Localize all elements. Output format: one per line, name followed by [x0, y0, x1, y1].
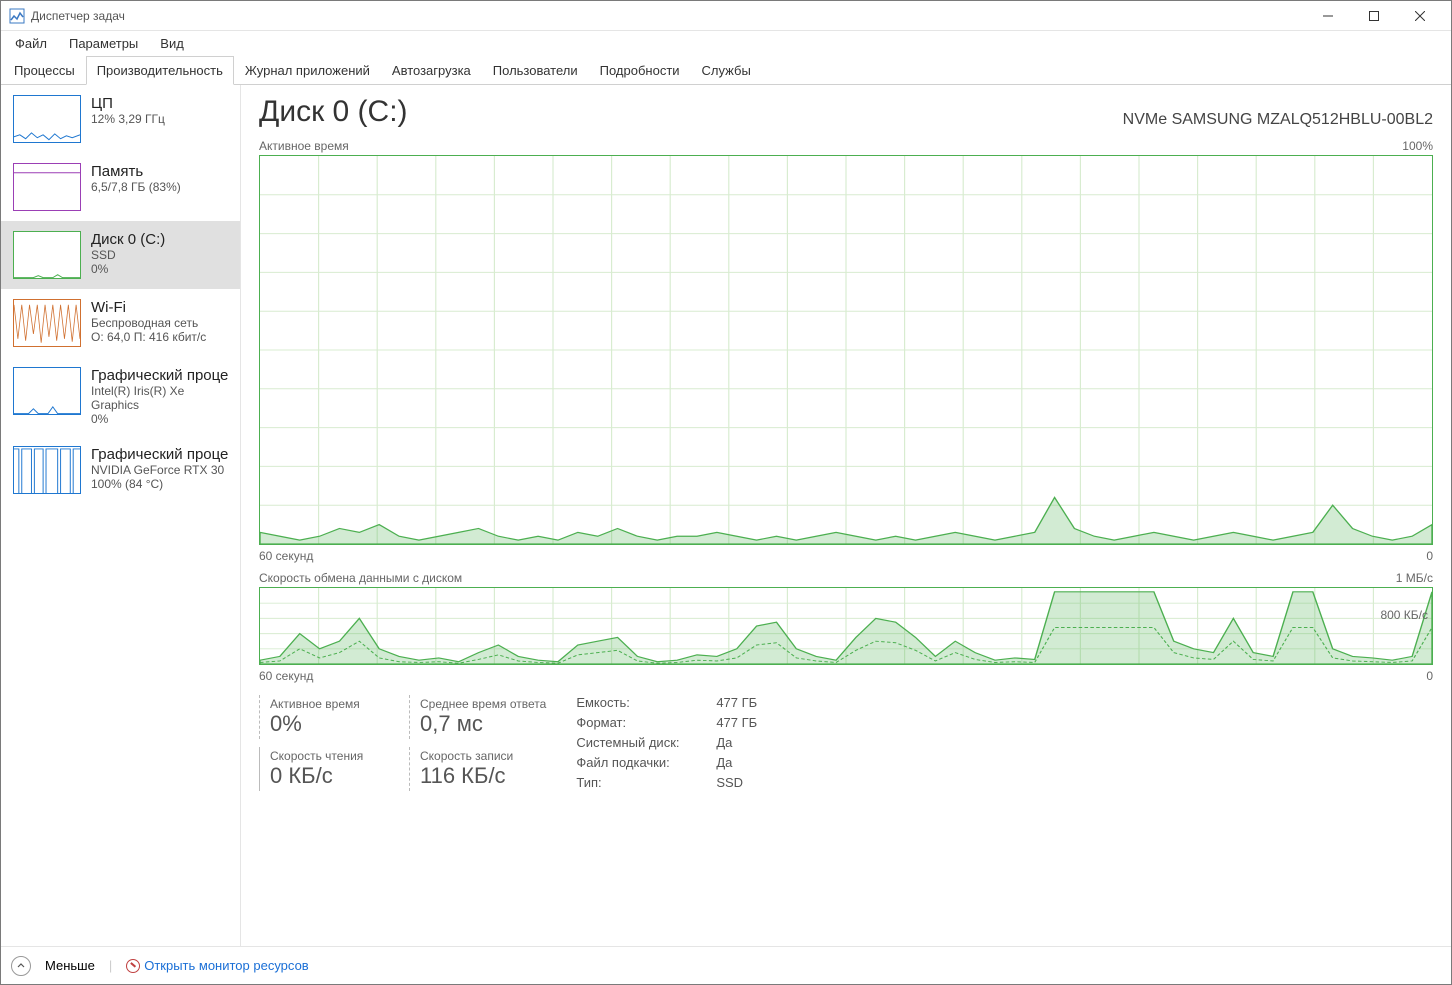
tab-bar: Процессы Производительность Журнал прило…: [1, 55, 1451, 85]
fewer-details-button[interactable]: Меньше: [45, 958, 95, 973]
memory-mini-chart: [13, 163, 81, 211]
page-title: Диск 0 (C:): [259, 95, 408, 129]
close-button[interactable]: [1397, 1, 1443, 31]
sidebar-disk-title: Диск 0 (C:): [91, 231, 165, 248]
sidebar-disk-sub: SSD: [91, 248, 165, 262]
chart1-label: Активное время: [259, 139, 349, 153]
disk-mini-chart: [13, 231, 81, 279]
chart2-xright: 0: [1426, 669, 1433, 683]
sidebar-gpu1-sub2: 100% (84 °C): [91, 477, 228, 491]
sidebar-memory-sub: 6,5/7,8 ГБ (83%): [91, 180, 181, 194]
resource-monitor-icon: [126, 959, 140, 973]
transfer-rate-chart[interactable]: 800 КБ/с: [259, 587, 1433, 665]
device-model: NVMe SAMSUNG MZALQ512HBLU-00BL2: [1123, 111, 1433, 129]
chart2-xleft: 60 секунд: [259, 669, 313, 683]
cpu-mini-chart: [13, 95, 81, 143]
sidebar: ЦП 12% 3,29 ГГц Память 6,5/7,8 ГБ (83%) …: [1, 85, 241, 946]
tab-startup[interactable]: Автозагрузка: [381, 56, 482, 84]
maximize-button[interactable]: [1351, 1, 1397, 31]
sidebar-wifi-title: Wi-Fi: [91, 299, 206, 316]
gpu1-mini-chart: [13, 446, 81, 494]
sidebar-wifi-sub: Беспроводная сеть: [91, 316, 206, 330]
stat-response-time: Среднее время ответа 0,7 мс: [409, 695, 546, 739]
sidebar-item-memory[interactable]: Память 6,5/7,8 ГБ (83%): [1, 153, 240, 221]
sidebar-cpu-sub: 12% 3,29 ГГц: [91, 112, 165, 126]
sidebar-wifi-sub2: О: 64,0 П: 416 кбит/с: [91, 330, 206, 344]
stat-read-speed: Скорость чтения 0 КБ/с: [259, 747, 389, 791]
tab-services[interactable]: Службы: [691, 56, 762, 84]
menu-file[interactable]: Файл: [11, 34, 51, 53]
tab-app-history[interactable]: Журнал приложений: [234, 56, 381, 84]
sidebar-gpu0-sub2: 0%: [91, 412, 228, 426]
open-resource-monitor-link[interactable]: Открыть монитор ресурсов: [126, 958, 308, 973]
sidebar-gpu0-title: Графический процессор 0: [91, 367, 228, 384]
menu-options[interactable]: Параметры: [65, 34, 142, 53]
main-panel: Диск 0 (C:) NVMe SAMSUNG MZALQ512HBLU-00…: [241, 85, 1451, 946]
chart2-inner-label: 800 КБ/с: [1380, 608, 1428, 622]
sidebar-item-wifi[interactable]: Wi-Fi Беспроводная сеть О: 64,0 П: 416 к…: [1, 289, 240, 357]
sidebar-cpu-title: ЦП: [91, 95, 165, 112]
fewer-details-icon[interactable]: [11, 956, 31, 976]
tab-performance[interactable]: Производительность: [86, 56, 234, 85]
sidebar-memory-title: Память: [91, 163, 181, 180]
titlebar: Диспетчер задач: [1, 1, 1451, 31]
app-icon: [9, 8, 25, 24]
stat-active-time: Активное время 0%: [259, 695, 389, 739]
tab-details[interactable]: Подробности: [589, 56, 691, 84]
sidebar-disk-sub2: 0%: [91, 262, 165, 276]
sidebar-gpu0-sub: Intel(R) Iris(R) Xe Graphics: [91, 384, 228, 412]
footer: Меньше | Открыть монитор ресурсов: [1, 946, 1451, 984]
chart1-max: 100%: [1402, 139, 1433, 153]
chart2-label: Скорость обмена данными с диском: [259, 571, 462, 585]
stat-write-speed: Скорость записи 116 КБ/с: [409, 747, 539, 791]
menubar: Файл Параметры Вид: [1, 31, 1451, 55]
tab-processes[interactable]: Процессы: [3, 56, 86, 84]
window-title: Диспетчер задач: [31, 9, 125, 23]
sidebar-item-gpu0[interactable]: Графический процессор 0 Intel(R) Iris(R)…: [1, 357, 240, 436]
sidebar-gpu1-sub: NVIDIA GeForce RTX 30: [91, 463, 228, 477]
sidebar-gpu1-title: Графический процессор 1: [91, 446, 228, 463]
minimize-button[interactable]: [1305, 1, 1351, 31]
active-time-chart[interactable]: [259, 155, 1433, 545]
disk-info-grid: Емкость:477 ГБ Формат:477 ГБ Системный д…: [576, 695, 836, 791]
sidebar-item-gpu1[interactable]: Графический процессор 1 NVIDIA GeForce R…: [1, 436, 240, 504]
sidebar-item-disk[interactable]: Диск 0 (C:) SSD 0%: [1, 221, 240, 289]
wifi-mini-chart: [13, 299, 81, 347]
gpu0-mini-chart: [13, 367, 81, 415]
menu-view[interactable]: Вид: [156, 34, 188, 53]
chart2-max: 1 МБ/с: [1396, 571, 1433, 585]
chart1-xleft: 60 секунд: [259, 549, 313, 563]
tab-users[interactable]: Пользователи: [482, 56, 589, 84]
sidebar-item-cpu[interactable]: ЦП 12% 3,29 ГГц: [1, 85, 240, 153]
chart1-xright: 0: [1426, 549, 1433, 563]
